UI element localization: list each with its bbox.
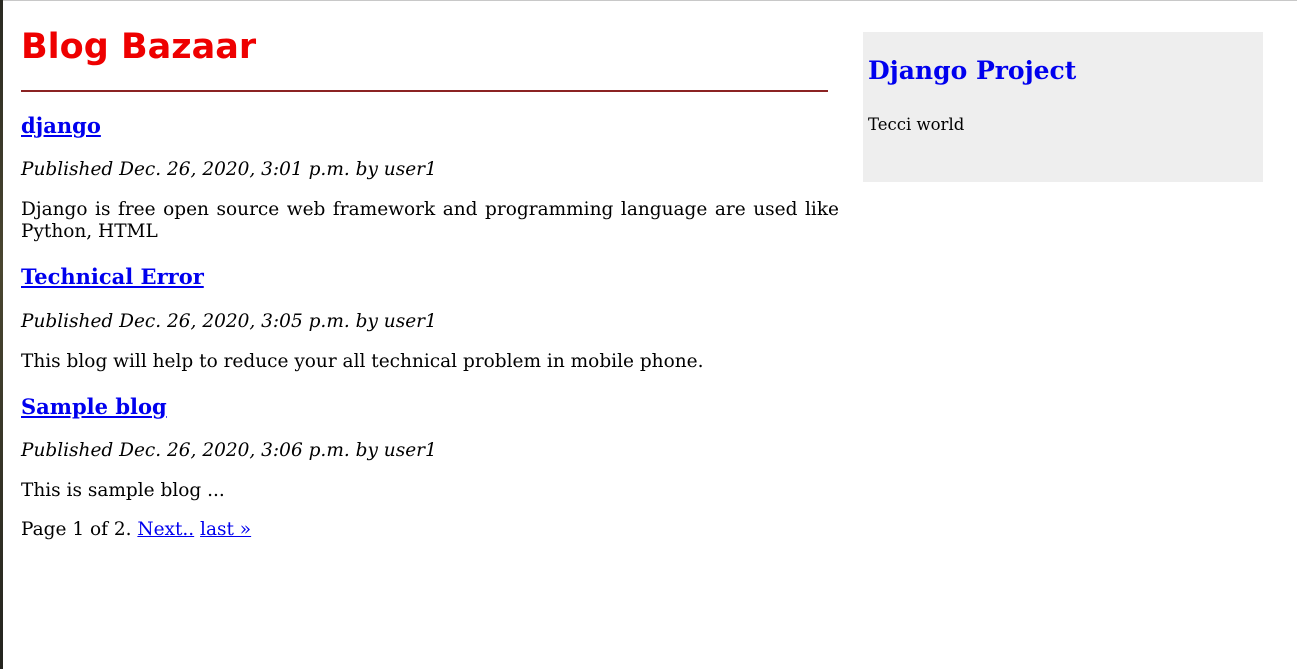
post: django — [21, 112, 839, 140]
post-title: Technical Error — [21, 263, 839, 291]
post-title: django — [21, 112, 839, 140]
main-content: Blog Bazaar django Published Dec. 26, 20… — [21, 0, 839, 540]
post-body: This blog will help to reduce your all t… — [21, 351, 704, 372]
post-title-link[interactable]: django — [21, 113, 101, 138]
pagination: Page 1 of 2. Next.. last » — [21, 518, 251, 542]
sidebar-text: Tecci world — [868, 115, 965, 134]
sidebar-title: Django Project — [868, 56, 1077, 85]
title-divider — [21, 90, 828, 92]
post-title-link[interactable]: Sample blog — [21, 394, 167, 419]
pagination-status: Page 1 of 2. — [21, 519, 132, 540]
post-meta: Published Dec. 26, 2020, 3:06 p.m. by us… — [21, 440, 437, 461]
post: Sample blog — [21, 393, 839, 421]
site-title: Blog Bazaar — [21, 27, 257, 67]
post-body: This is sample blog ... — [21, 480, 225, 501]
post-body: Django is free open source web framework… — [21, 199, 839, 242]
post: Technical Error — [21, 263, 839, 291]
post-title-link[interactable]: Technical Error — [21, 264, 204, 289]
window-left-edge — [0, 0, 3, 669]
post-meta: Published Dec. 26, 2020, 3:05 p.m. by us… — [21, 311, 437, 332]
sidebar: Django Project Tecci world — [863, 32, 1263, 182]
post-title: Sample blog — [21, 393, 839, 421]
next-page-link[interactable]: Next.. — [137, 519, 194, 540]
last-page-link[interactable]: last » — [200, 519, 251, 540]
post-meta: Published Dec. 26, 2020, 3:01 p.m. by us… — [21, 159, 437, 180]
